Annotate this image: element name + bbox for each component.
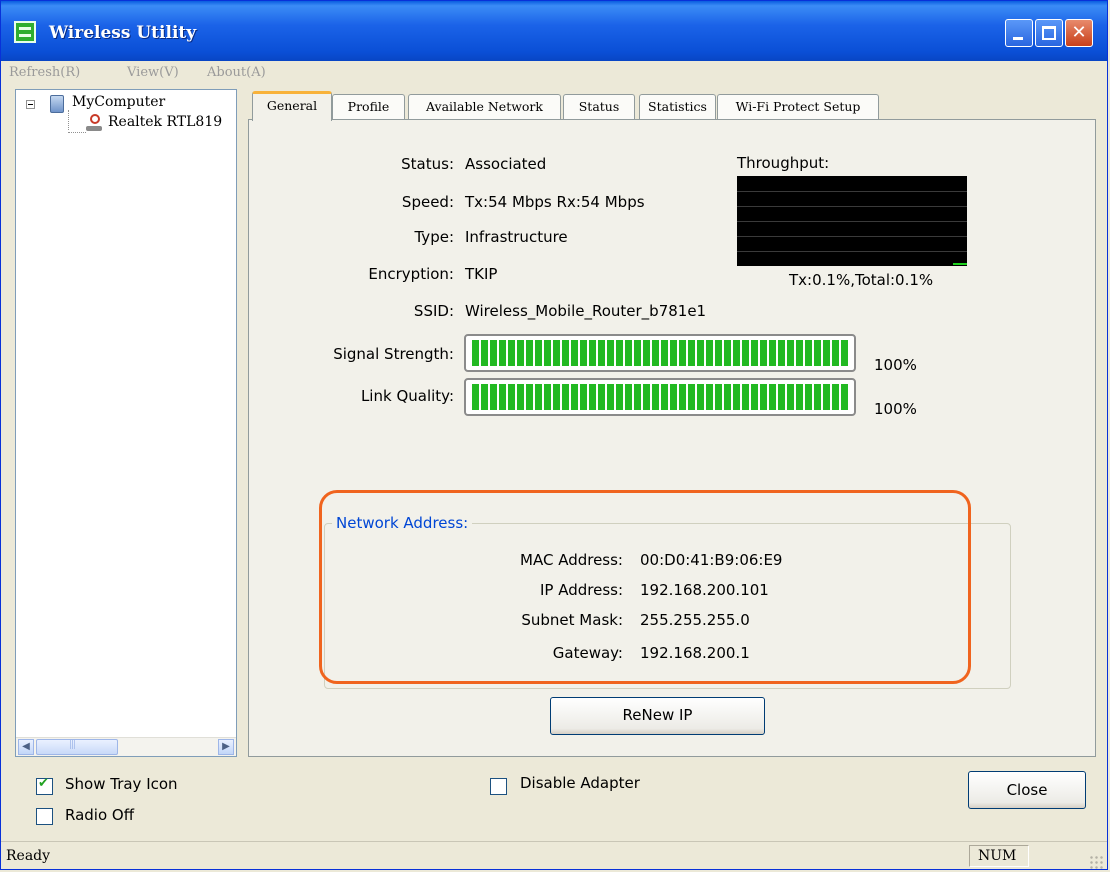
link-quality-bar bbox=[464, 378, 856, 416]
signal-strength-percent: 100% bbox=[874, 356, 917, 374]
type-value: Infrastructure bbox=[465, 228, 568, 246]
tree-horizontal-scrollbar[interactable]: ◀ ▶ bbox=[16, 737, 236, 756]
minimize-icon bbox=[1013, 37, 1023, 40]
menu-refresh[interactable]: Refresh(R) bbox=[9, 65, 80, 80]
graph-gridline bbox=[737, 221, 967, 222]
tab-wifi-protect-setup[interactable]: Wi-Fi Protect Setup bbox=[717, 94, 879, 119]
tree-root-label: MyComputer bbox=[72, 94, 166, 110]
scroll-left-icon[interactable]: ◀ bbox=[18, 739, 34, 755]
disable-adapter-label: Disable Adapter bbox=[520, 774, 640, 792]
num-lock-indicator: NUM bbox=[969, 845, 1029, 867]
menu-bar: Refresh(R) View(V) About(A) bbox=[1, 61, 1107, 87]
show-tray-icon-label: Show Tray Icon bbox=[65, 775, 178, 793]
link-quality-percent: 100% bbox=[874, 400, 917, 418]
adapter-tree[interactable]: MyComputer Realtek RTL819 ◀ ▶ bbox=[15, 89, 237, 757]
show-tray-icon-checkbox[interactable] bbox=[36, 776, 53, 795]
throughput-value: Tx:0.1%,Total:0.1% bbox=[789, 271, 934, 289]
signal-strength-fill bbox=[472, 340, 848, 366]
window-title: Wireless Utility bbox=[49, 23, 197, 43]
throughput-graph bbox=[737, 176, 967, 266]
tab-statistics[interactable]: Statistics bbox=[639, 94, 716, 119]
graph-gridline bbox=[737, 251, 967, 252]
speed-label: Speed: bbox=[401, 193, 454, 211]
maximize-button[interactable] bbox=[1035, 19, 1063, 47]
radio-off-label: Radio Off bbox=[65, 806, 135, 824]
tab-profile[interactable]: Profile bbox=[332, 94, 405, 119]
status-value: Associated bbox=[465, 155, 547, 173]
signal-strength-bar bbox=[464, 334, 856, 372]
tab-status[interactable]: Status bbox=[563, 94, 635, 119]
close-icon: ✕ bbox=[1071, 22, 1087, 43]
app-icon bbox=[14, 21, 36, 43]
resize-grip-icon[interactable] bbox=[1089, 855, 1103, 869]
tab-available-network[interactable]: Available Network bbox=[408, 94, 561, 119]
tree-connector bbox=[68, 132, 86, 134]
close-button[interactable]: Close bbox=[968, 771, 1086, 809]
scroll-thumb[interactable] bbox=[36, 739, 118, 755]
throughput-label: Throughput: bbox=[737, 154, 830, 172]
tab-general[interactable]: General bbox=[252, 91, 332, 121]
link-quality-fill bbox=[472, 384, 848, 410]
scroll-right-icon[interactable]: ▶ bbox=[218, 739, 234, 755]
tree-connector bbox=[68, 110, 70, 130]
maximize-icon bbox=[1042, 26, 1056, 40]
wireless-adapter-icon bbox=[86, 114, 104, 132]
collapse-icon[interactable] bbox=[26, 100, 35, 109]
ssid-label: SSID: bbox=[413, 302, 454, 320]
close-window-button[interactable]: ✕ bbox=[1065, 19, 1093, 47]
menu-about[interactable]: About(A) bbox=[207, 65, 266, 80]
status-label: Status: bbox=[401, 155, 454, 173]
graph-gridline bbox=[737, 236, 967, 237]
throughput-trace bbox=[953, 263, 967, 265]
graph-gridline bbox=[737, 206, 967, 207]
type-label: Type: bbox=[414, 228, 454, 246]
encryption-label: Encryption: bbox=[368, 265, 454, 283]
graph-gridline bbox=[737, 191, 967, 192]
speed-value: Tx:54 Mbps Rx:54 Mbps bbox=[465, 193, 645, 211]
encryption-value: TKIP bbox=[465, 265, 498, 283]
title-bar[interactable]: Wireless Utility ✕ bbox=[1, 1, 1107, 61]
link-quality-label: Link Quality: bbox=[360, 387, 454, 405]
computer-icon bbox=[50, 95, 64, 113]
status-bar: Ready NUM bbox=[1, 841, 1107, 869]
ssid-value: Wireless_Mobile_Router_b781e1 bbox=[465, 302, 707, 320]
renew-ip-button[interactable]: ReNew IP bbox=[550, 697, 765, 735]
app-window: Wireless Utility ✕ Refresh(R) View(V) Ab… bbox=[0, 0, 1108, 870]
tree-item-adapter[interactable]: Realtek RTL819 bbox=[108, 114, 222, 130]
minimize-button[interactable] bbox=[1005, 19, 1033, 47]
status-text: Ready bbox=[6, 848, 51, 864]
menu-view[interactable]: View(V) bbox=[127, 65, 179, 80]
signal-strength-label: Signal Strength: bbox=[333, 345, 454, 363]
radio-off-checkbox[interactable] bbox=[36, 808, 53, 825]
disable-adapter-checkbox[interactable] bbox=[490, 778, 507, 795]
highlight-outline bbox=[319, 490, 971, 684]
